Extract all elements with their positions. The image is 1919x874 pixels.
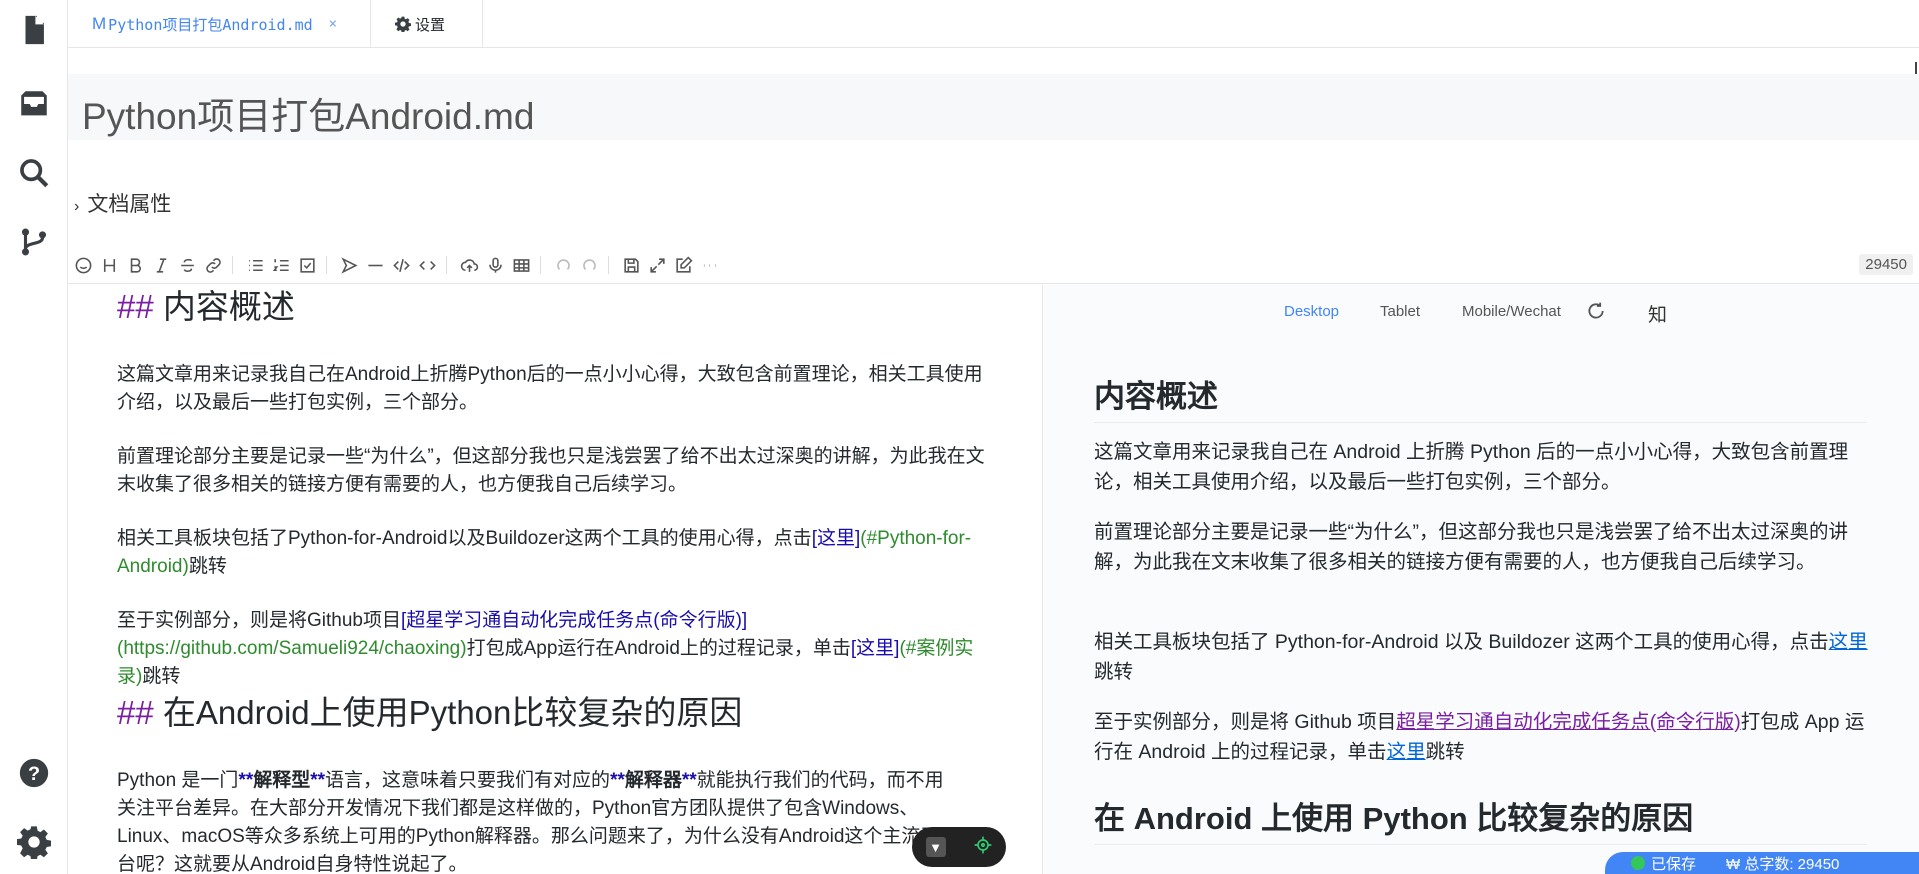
status-bar: 已保存 ₩ 总字数: 29450 xyxy=(1605,852,1919,874)
preview-link[interactable]: 这里 xyxy=(1387,741,1426,763)
inbox-icon[interactable] xyxy=(16,86,52,122)
saved-status: 已保存 xyxy=(1651,855,1697,873)
editor-link-text[interactable]: [超星学习通自动化完成任务点(命令行版)] xyxy=(401,610,747,631)
gear-icon xyxy=(395,16,411,32)
heading-icon[interactable] xyxy=(98,254,120,276)
upload-icon[interactable] xyxy=(458,254,480,276)
editor-paragraph: 这篇文章用来记录我自己在Android上折腾Python后的一点小小心得，大致包… xyxy=(117,364,983,413)
preview-heading-2: 在 Android 上使用 Python 比较复杂的原因 xyxy=(1094,793,1867,845)
preview-paragraph: 这篇文章用来记录我自己在 Android 上折腾 Python 后的一点小小心得… xyxy=(1094,441,1849,493)
left-sidebar: ? xyxy=(0,0,68,874)
preview-heading-1: 内容概述 xyxy=(1094,371,1867,423)
edit-mode-icon[interactable] xyxy=(672,254,694,276)
editor-paragraph: 至于实例部分，则是将Github项目[超星学习通自动化完成任务点(命令行版)](… xyxy=(117,610,974,687)
search-icon[interactable] xyxy=(16,155,52,191)
outline-float-button[interactable]: ▼ xyxy=(912,827,1006,867)
strikethrough-icon[interactable] xyxy=(176,254,198,276)
save-icon[interactable] xyxy=(620,254,642,276)
editor-link-text[interactable]: [这里] xyxy=(851,638,900,659)
tab-python-android-md[interactable]: M Python项目打包Android.md × xyxy=(68,0,371,48)
locate-icon[interactable] xyxy=(973,835,993,860)
editor-link-url[interactable]: (https://github.com/Samueli924/chaoxing) xyxy=(117,638,467,659)
bold-icon[interactable] xyxy=(124,254,146,276)
zhihu-icon[interactable]: 知 xyxy=(1648,300,1667,327)
editor-paragraph: 前置理论部分主要是记录一些“为什么”，但这部分我也只是浅尝罢了给不出太过深奥的讲… xyxy=(117,446,985,495)
editor-toolbar: 29450 xyxy=(68,246,1919,284)
preview-link[interactable]: 超星学习通自动化完成任务点(命令行版) xyxy=(1396,711,1741,733)
svg-text:?: ? xyxy=(28,763,40,785)
tab-settings[interactable]: 设置 xyxy=(371,0,483,48)
saved-check-icon xyxy=(1631,856,1645,870)
microphone-icon[interactable] xyxy=(484,254,506,276)
editor-paragraph: 相关工具板块包括了Python-for-Android以及Buildozer这两… xyxy=(117,528,972,577)
tab-desktop[interactable]: Desktop xyxy=(1284,303,1339,320)
total-word-count: ₩ 总字数: 29450 xyxy=(1726,855,1840,873)
tab-mobile-wechat[interactable]: Mobile/Wechat xyxy=(1462,303,1561,320)
emoji-icon[interactable] xyxy=(72,254,94,276)
preview-paragraph: 至于实例部分，则是将 Github 项目超星学习通自动化完成任务点(命令行版)打… xyxy=(1094,711,1865,763)
refresh-icon[interactable] xyxy=(1586,301,1606,325)
quote-icon[interactable] xyxy=(338,254,360,276)
title-area: Python项目打包Android.md xyxy=(68,74,1919,140)
tab-tablet[interactable]: Tablet xyxy=(1380,303,1420,320)
preview-link[interactable]: 这里 xyxy=(1829,631,1868,653)
undo-icon[interactable] xyxy=(552,254,574,276)
file-icon[interactable] xyxy=(16,12,52,48)
tab-label: 设置 xyxy=(415,16,446,34)
editor-heading-1: ## 内容概述 xyxy=(117,288,295,325)
inline-code-icon[interactable] xyxy=(416,254,438,276)
preview-pane: Desktop Tablet Mobile/Wechat 知 内容概述 这篇文章… xyxy=(1044,285,1919,874)
editor-paragraph: Python 是一门**解释型**语言，这意味着只要我们有对应的**解释器**就… xyxy=(117,770,944,874)
more-icon[interactable] xyxy=(698,254,720,276)
numbered-list-icon[interactable] xyxy=(270,254,292,276)
chevron-right-icon: › xyxy=(74,198,80,215)
preview-paragraph: 前置理论部分主要是记录一些“为什么”，但这部分我也只是浅尝罢了给不出太过深奥的讲… xyxy=(1094,521,1848,573)
horizontal-rule-icon[interactable] xyxy=(364,254,386,276)
bullet-list-icon[interactable] xyxy=(244,254,266,276)
word-count-badge: 29450 xyxy=(1859,254,1913,275)
tab-bar: M Python项目打包Android.md × 设置 xyxy=(68,0,1919,48)
link-icon[interactable] xyxy=(202,254,224,276)
editor-link-text[interactable]: [这里] xyxy=(812,528,861,549)
redo-icon[interactable] xyxy=(578,254,600,276)
code-icon[interactable] xyxy=(390,254,412,276)
document-properties-label: 文档属性 xyxy=(87,193,172,216)
preview-paragraph: 相关工具板块包括了 Python-for-Android 以及 Buildoze… xyxy=(1094,631,1868,683)
tab-label: Python项目打包Android.md xyxy=(108,15,313,34)
chevron-down-icon[interactable]: ▼ xyxy=(925,837,946,857)
help-icon[interactable]: ? xyxy=(16,755,52,791)
fullscreen-icon[interactable] xyxy=(646,254,668,276)
markdown-editor[interactable]: ## 内容概述 这篇文章用来记录我自己在Android上折腾Python后的一点… xyxy=(68,285,1043,874)
italic-icon[interactable] xyxy=(150,254,172,276)
table-icon[interactable] xyxy=(510,254,532,276)
document-title[interactable]: Python项目打包Android.md xyxy=(82,86,534,140)
close-icon[interactable]: × xyxy=(329,16,337,32)
checklist-icon[interactable] xyxy=(296,254,318,276)
git-branch-icon[interactable] xyxy=(16,224,52,260)
document-properties-toggle[interactable]: › 文档属性 xyxy=(74,188,171,218)
markdown-icon: M xyxy=(92,14,107,33)
editor-heading-2: ## 在Android上使用Python比较复杂的原因 xyxy=(117,694,743,731)
settings-icon[interactable] xyxy=(16,824,52,860)
